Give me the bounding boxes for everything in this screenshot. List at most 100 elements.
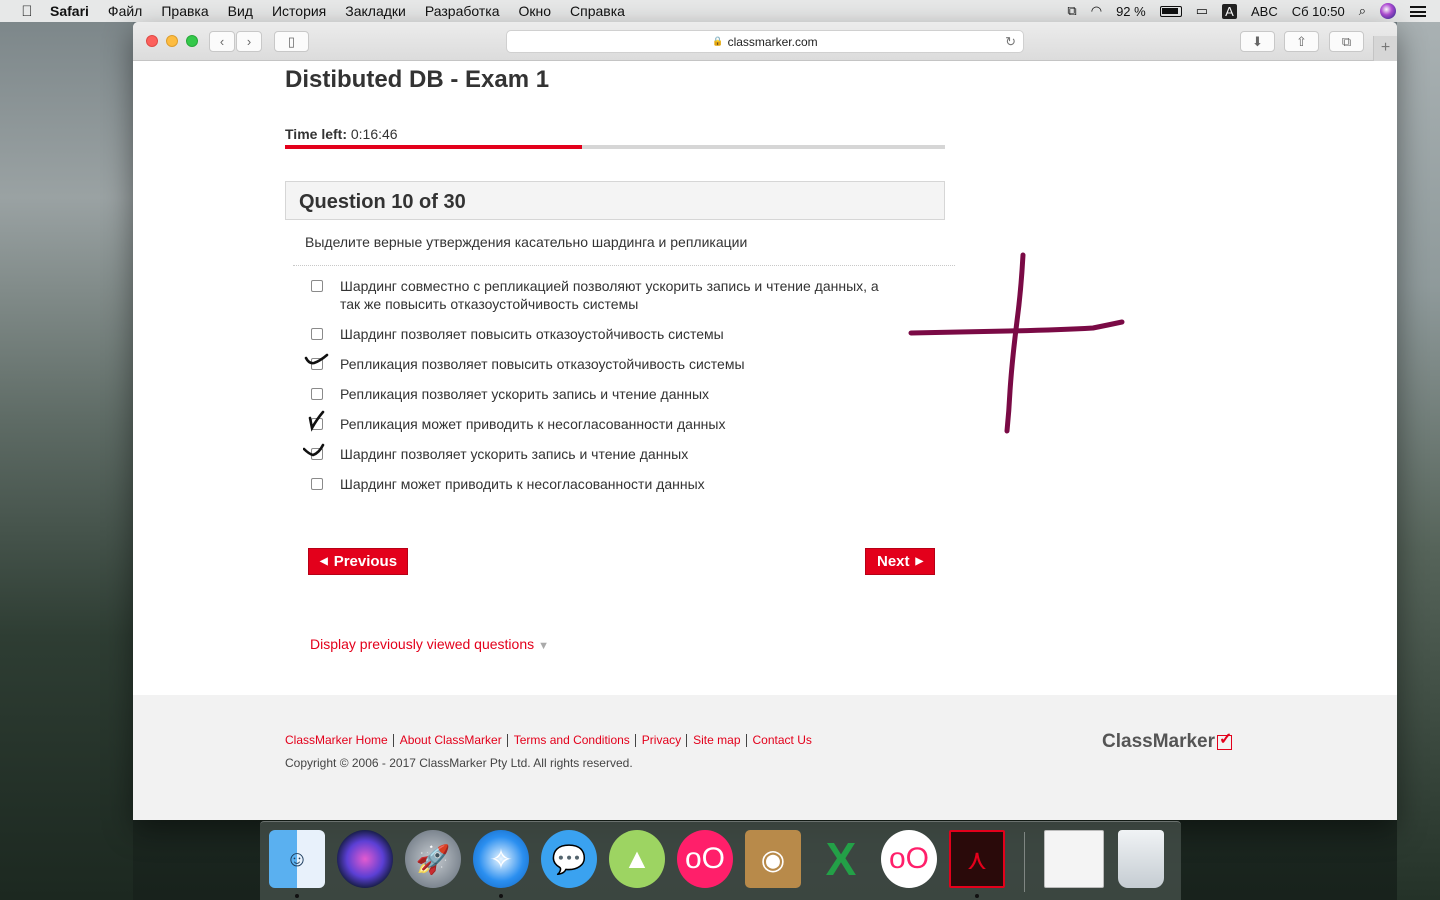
trash-icon[interactable]: [1118, 830, 1164, 888]
flickr-white-icon[interactable]: oO: [881, 830, 937, 888]
menu-safari[interactable]: Safari: [50, 3, 89, 19]
menu-window[interactable]: Окно: [518, 3, 551, 19]
footer-link-sitemap[interactable]: Site map: [693, 734, 747, 747]
share-icon[interactable]: ⇧: [1284, 31, 1319, 52]
time-left-label: Time left:: [285, 126, 347, 142]
input-source-label[interactable]: ABC: [1251, 4, 1278, 19]
wifi-icon[interactable]: ◠: [1091, 3, 1102, 19]
dock: ☺ 🚀 ✧ 💬 ▲ oO ◉ X oO ⋏: [260, 821, 1181, 900]
footer-link-contact[interactable]: Contact Us: [753, 734, 817, 747]
caret-left-icon: ◀: [320, 556, 328, 567]
copyright-text: Copyright © 2006 - 2017 ClassMarker Pty …: [285, 756, 633, 770]
notification-center-icon[interactable]: [1410, 5, 1426, 17]
answer-checkbox[interactable]: [311, 478, 323, 490]
answer-label[interactable]: Шардинг совместно с репликацией позволяю…: [340, 277, 900, 313]
answer-option[interactable]: Шардинг может приводить к несогласованно…: [311, 475, 911, 493]
question-number: Question 10 of 30: [299, 191, 466, 213]
answer-option[interactable]: Шардинг совместно с репликацией позволяю…: [311, 277, 911, 313]
answer-label[interactable]: Шардинг позволяет ускорить запись и чтен…: [340, 445, 900, 463]
sidebar-icon[interactable]: ▯: [274, 31, 309, 52]
handwritten-plus-annotation: [908, 252, 1125, 434]
time-left: Time left: 0:16:46: [285, 126, 398, 142]
minimize-window-button[interactable]: [166, 35, 178, 47]
back-icon[interactable]: ‹: [209, 31, 235, 52]
answer-checkbox[interactable]: [311, 388, 323, 400]
divider: [293, 265, 955, 266]
caret-right-icon: ▶: [915, 556, 924, 567]
contacts-icon[interactable]: ◉: [745, 830, 801, 888]
plus-icon[interactable]: +: [1373, 36, 1397, 61]
answer-checkbox[interactable]: [311, 280, 323, 292]
screen-mirroring-icon[interactable]: ⧉: [1067, 3, 1076, 19]
clock[interactable]: Сб 10:50: [1292, 4, 1345, 19]
battery-percent[interactable]: 92 %: [1116, 4, 1146, 19]
menu-view[interactable]: Вид: [228, 3, 253, 19]
safari-icon[interactable]: ✧: [473, 830, 529, 888]
tabs-icon[interactable]: ⧉: [1329, 31, 1364, 52]
menu-edit[interactable]: Правка: [161, 3, 208, 19]
menu-bar:  Safari Файл Правка Вид История Закладк…: [0, 0, 1440, 22]
answer-checkbox[interactable]: [311, 328, 323, 340]
battery-icon[interactable]: [1159, 5, 1182, 17]
fullscreen-window-button[interactable]: [186, 35, 198, 47]
finder-icon[interactable]: ☺: [269, 830, 325, 888]
question-header: Question 10 of 30: [285, 181, 945, 220]
answer-option[interactable]: Шардинг позволяет повысить отказоустойчи…: [311, 325, 911, 343]
menu-history[interactable]: История: [272, 3, 326, 19]
handwritten-tick-mark: [304, 353, 329, 365]
next-label: Next: [877, 553, 910, 570]
answer-option[interactable]: Репликация может приводить к несогласова…: [308, 410, 911, 433]
next-button[interactable]: Next ▶: [865, 548, 935, 575]
spotlight-icon[interactable]: ⌕: [1359, 3, 1366, 19]
previous-label: Previous: [333, 553, 398, 570]
document-preview-icon[interactable]: [1044, 830, 1104, 888]
menu-bookmarks[interactable]: Закладки: [345, 3, 406, 19]
footer-link-terms[interactable]: Terms and Conditions: [514, 734, 636, 747]
apple-menu-icon[interactable]: : [18, 3, 36, 20]
input-source-icon[interactable]: A: [1222, 3, 1237, 19]
flickr-icon[interactable]: oO: [677, 830, 733, 888]
menu-file[interactable]: Файл: [108, 3, 142, 19]
siri-menu-icon[interactable]: [1380, 3, 1396, 19]
excel-icon[interactable]: X: [813, 830, 869, 888]
dropdown-caret-icon[interactable]: ▼: [538, 640, 549, 652]
handwritten-tick-mark: [308, 410, 325, 432]
airplay-icon[interactable]: ▭: [1196, 3, 1208, 19]
classmarker-logo[interactable]: ClassMarker: [1102, 729, 1232, 753]
footer-link-privacy[interactable]: Privacy: [642, 734, 688, 747]
forward-icon[interactable]: ›: [236, 31, 262, 52]
previous-button[interactable]: ◀ Previous: [308, 548, 408, 575]
answer-label[interactable]: Репликация позволяет ускорить запись и ч…: [340, 385, 900, 403]
siri-icon[interactable]: [337, 830, 393, 888]
toolbar: ‹ › ▯ 🔒 classmarker.com ↻ ⬇ ⇧ ⧉ +: [133, 22, 1397, 61]
answer-list: Шардинг совместно с репликацией позволяю…: [303, 277, 911, 505]
footer-links: ClassMarker Home About ClassMarker Terms…: [285, 734, 823, 747]
question-text: Выделите верные утверждения касательно ш…: [305, 234, 748, 250]
address-bar[interactable]: 🔒 classmarker.com ↻: [506, 30, 1024, 53]
launchpad-icon[interactable]: 🚀: [405, 830, 461, 888]
desktop-background-left: [0, 22, 133, 900]
acrobat-icon[interactable]: ⋏: [949, 830, 1005, 888]
download-icon[interactable]: ⬇: [1240, 31, 1275, 52]
dock-separator: [1024, 832, 1025, 892]
answer-label[interactable]: Шардинг может приводить к несогласованно…: [340, 475, 900, 493]
reload-icon[interactable]: ↻: [1005, 34, 1016, 50]
answer-option[interactable]: Репликация позволяет ускорить запись и ч…: [311, 385, 911, 403]
menu-help[interactable]: Справка: [570, 3, 625, 19]
running-indicator: [295, 894, 299, 898]
menu-develop[interactable]: Разработка: [425, 3, 500, 19]
answer-label[interactable]: Репликация может приводить к несогласова…: [340, 415, 900, 433]
answer-label[interactable]: Шардинг позволяет повысить отказоустойчи…: [340, 325, 900, 343]
site-footer: ClassMarker Home About ClassMarker Terms…: [133, 695, 1397, 820]
android-studio-icon[interactable]: ▲: [609, 830, 665, 888]
footer-link-home[interactable]: ClassMarker Home: [285, 734, 394, 747]
display-previous-label[interactable]: Display previously viewed questions: [310, 636, 534, 652]
page-content: Distibuted DB - Exam 1 Time left: 0:16:4…: [133, 61, 1397, 820]
messages-icon[interactable]: 💬: [541, 830, 597, 888]
answer-option[interactable]: Шардинг позволяет ускорить запись и чтен…: [303, 443, 911, 463]
answer-label[interactable]: Репликация позволяет повысить отказоусто…: [340, 355, 900, 373]
display-previous-questions-link[interactable]: Display previously viewed questions ▼: [310, 636, 549, 652]
close-window-button[interactable]: [146, 35, 158, 47]
footer-link-about[interactable]: About ClassMarker: [400, 734, 508, 747]
answer-option[interactable]: Репликация позволяет повысить отказоусто…: [304, 353, 911, 373]
